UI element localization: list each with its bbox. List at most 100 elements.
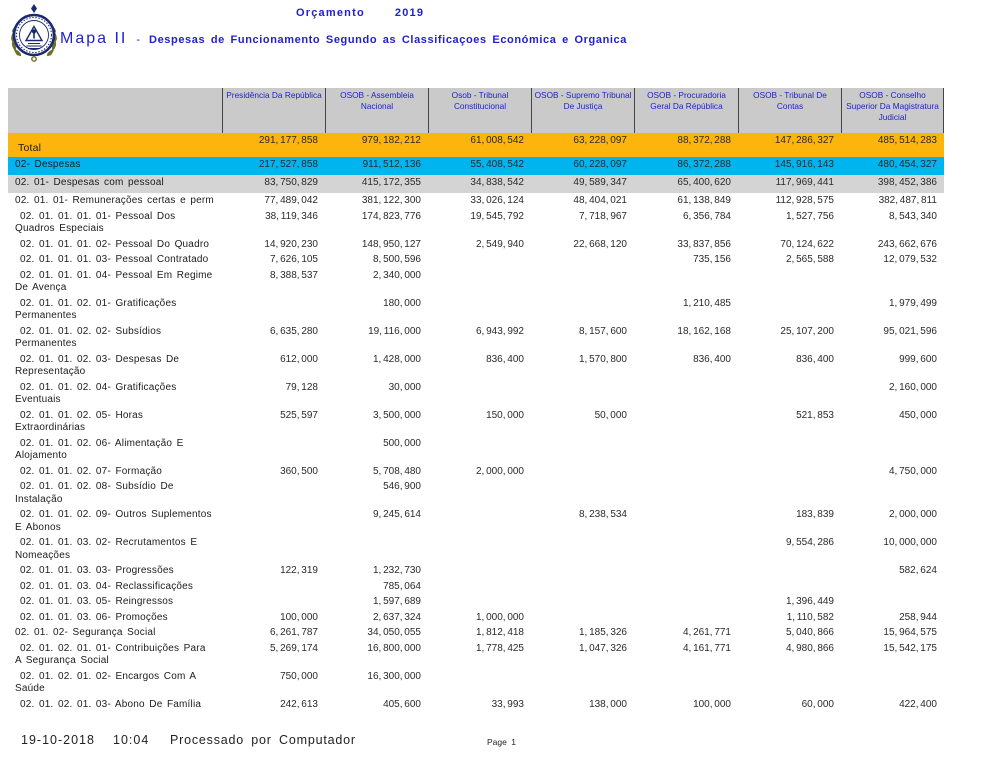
row-value: 405, 600 [325,697,428,713]
row-label: 02- Despesas [8,157,222,175]
row-value: 16, 300, 000 [325,669,428,697]
table-header-row: Presidência Da República OSOB - Assemble… [8,88,944,133]
row-value: 49, 589, 347 [531,175,634,193]
row-value [222,535,325,563]
row-label: 02. 01. 01. 02. 02- Subsídios Permanente… [8,324,222,352]
page-footer: 19-10-2018 10:04 Processado por Computad… [0,733,1000,753]
table-row: 02. 01- Despesas com pessoal83, 750, 829… [8,175,944,193]
row-value: 33, 026, 124 [428,193,531,209]
row-value: 291, 177, 858 [222,133,325,157]
row-value: 2, 160, 000 [841,380,944,408]
row-value [634,594,738,610]
row-value [841,436,944,464]
table-row: 02. 01. 02. 01. 03- Abono De Família242,… [8,697,944,713]
row-value [531,464,634,480]
row-value: 4, 161, 771 [634,641,738,669]
row-value: 18, 162, 168 [634,324,738,352]
row-value [531,380,634,408]
page-number: Page 1 [487,737,516,747]
row-label: 02. 01. 01. 02. 08- Subsídio De Instalaç… [8,479,222,507]
row-value: 217, 527, 858 [222,157,325,175]
row-value: 546, 900 [325,479,428,507]
budget-year: 2019 [395,7,424,19]
row-value [325,535,428,563]
column-header: Osob - Tribunal Constitucional [428,88,531,133]
row-value [738,669,841,697]
row-value: 911, 512, 136 [325,157,428,175]
column-header-blank [8,88,222,133]
row-value: 4, 750, 000 [841,464,944,480]
title-separator: - [136,34,140,46]
row-value: 735, 156 [634,252,738,268]
row-value: 5, 708, 480 [325,464,428,480]
row-value [531,252,634,268]
row-value: 415, 172, 355 [325,175,428,193]
row-value [841,479,944,507]
table-row: 02. 01. 01. 02. 01- Gratificações Perman… [8,296,944,324]
table-row: 02. 01. 01. 03. 02- Recrutamentos E Nome… [8,535,944,563]
row-value: 243, 662, 676 [841,237,944,253]
map-subtitle: Despesas de Funcionamento Segundo as Cla… [149,34,627,46]
table-row: 02. 01. 01. 01. 02- Pessoal Do Quadro14,… [8,237,944,253]
table-row: 02- Despesas217, 527, 858911, 512, 13655… [8,157,944,175]
table-row: 02. 01. 01. 02. 07- Formação360, 5005, 7… [8,464,944,480]
row-value: 33, 837, 856 [634,237,738,253]
row-value: 95, 021, 596 [841,324,944,352]
row-label: 02. 01. 02. 01. 02- Encargos Com A Saúde [8,669,222,697]
row-value: 117, 969, 441 [738,175,841,193]
row-value: 382, 487, 811 [841,193,944,209]
table-row: 02. 01. 01. 02. 05- Horas Extraordinária… [8,408,944,436]
row-value: 112, 928, 575 [738,193,841,209]
table-row: 02. 01. 02- Segurança Social6, 261, 7873… [8,625,944,641]
row-value: 6, 943, 992 [428,324,531,352]
row-label: 02. 01. 02. 01. 01- Contribuições Para A… [8,641,222,669]
row-value: 34, 050, 055 [325,625,428,641]
row-value: 61, 008, 542 [428,133,531,157]
report-page: Orçamento 2019 Mapa II - Despesas de Fun… [0,0,1000,773]
row-value [841,268,944,296]
row-value: 979, 182, 212 [325,133,428,157]
row-value: 1, 047, 326 [531,641,634,669]
row-value [222,594,325,610]
row-value: 30, 000 [325,380,428,408]
row-value [531,594,634,610]
row-value: 9, 554, 286 [738,535,841,563]
row-label: 02. 01. 01. 02. 04- Gratificações Eventu… [8,380,222,408]
row-value [531,296,634,324]
row-value: 65, 400, 620 [634,175,738,193]
row-value: 750, 000 [222,669,325,697]
table-row: 02. 01. 01. 03. 04- Reclassificações785,… [8,579,944,595]
row-value: 450, 000 [841,408,944,436]
table-row: 02. 01. 01. 03. 05- Reingressos1, 597, 6… [8,594,944,610]
row-value [428,579,531,595]
footer-time: 10:04 [113,733,149,747]
column-header: OSOB - Assembleia Nacional [325,88,428,133]
row-value: 100, 000 [222,610,325,626]
row-value [531,563,634,579]
row-value: 999, 600 [841,352,944,380]
table-row: 02. 01. 01. 02. 04- Gratificações Eventu… [8,380,944,408]
row-value: 8, 500, 596 [325,252,428,268]
row-value [634,507,738,535]
row-value [428,252,531,268]
row-value: 381, 122, 300 [325,193,428,209]
row-value [841,669,944,697]
row-value [428,268,531,296]
row-value [531,436,634,464]
row-value [634,268,738,296]
row-value: 60, 228, 097 [531,157,634,175]
row-label: 02. 01. 01. 02. 06- Alimentação E Alojam… [8,436,222,464]
row-value: 2, 549, 940 [428,237,531,253]
row-label: 02. 01. 01. 02. 01- Gratificações Perman… [8,296,222,324]
row-value: 836, 400 [634,352,738,380]
table-row: 02. 01. 01. 02. 06- Alimentação E Alojam… [8,436,944,464]
row-label: 02. 01. 01. 02. 09- Outros Suplementos E… [8,507,222,535]
row-value: 33, 993 [428,697,531,713]
column-header: OSOB - Tribunal De Contas [738,88,841,133]
row-value: 258, 944 [841,610,944,626]
row-value: 1, 428, 000 [325,352,428,380]
table-row: Total291, 177, 858979, 182, 21261, 008, … [8,133,944,157]
row-value: 34, 838, 542 [428,175,531,193]
row-value: 148, 950, 127 [325,237,428,253]
row-label: 02. 01. 01. 02. 07- Formação [8,464,222,480]
